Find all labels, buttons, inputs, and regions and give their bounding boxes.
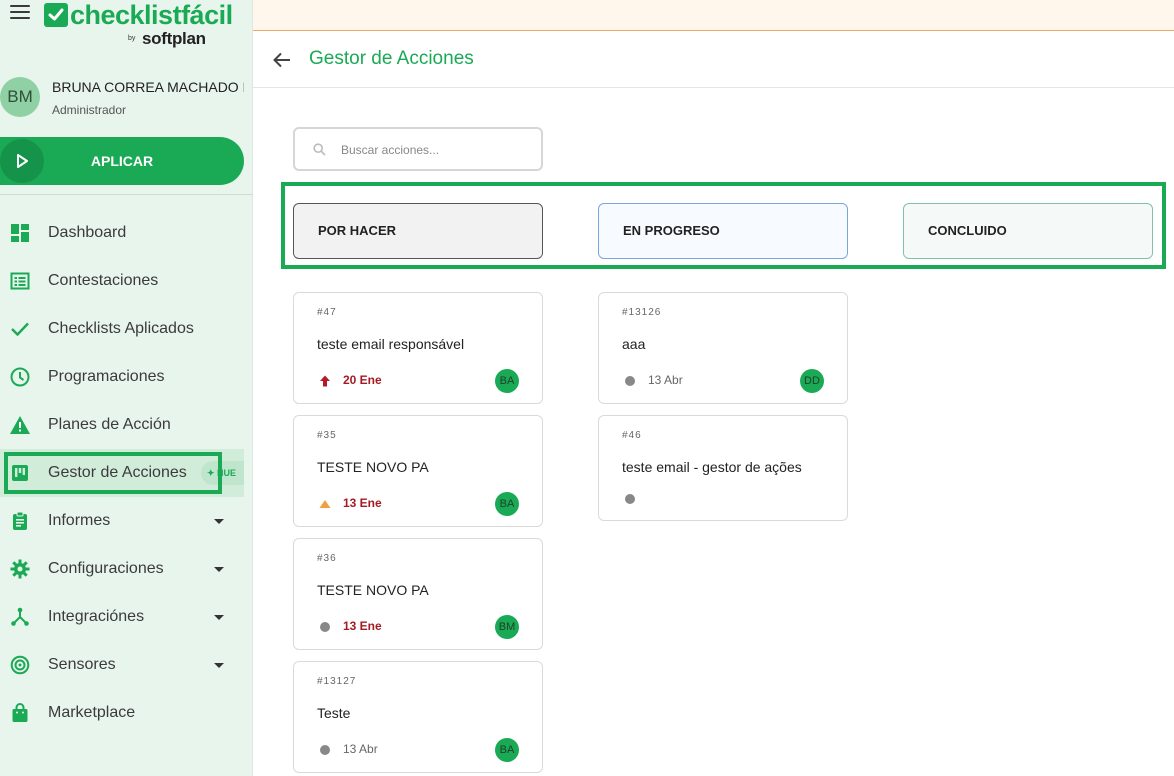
- card-title: Teste: [317, 705, 351, 721]
- chevron-down-icon: [214, 615, 224, 620]
- column-header-todo[interactable]: POR HACER: [293, 203, 543, 259]
- sidebar-item-informes[interactable]: Informes: [0, 497, 253, 545]
- notice-bar: [253, 0, 1174, 31]
- logo-text: checklistfácil: [70, 0, 233, 30]
- check-icon: [44, 3, 68, 27]
- card-due-date: 13 Ene: [343, 619, 382, 633]
- dashboard-icon: [9, 222, 31, 244]
- checkmark-icon: [9, 318, 31, 340]
- back-arrow-icon[interactable]: [271, 49, 293, 71]
- column-header-in-progress[interactable]: EN PROGRESO: [598, 203, 848, 259]
- sidebar: checklistfácil by softplan BM BRUNA CORR…: [0, 0, 253, 776]
- priority-none-icon: [319, 621, 331, 633]
- card-title: TESTE NOVO PA: [317, 582, 429, 598]
- action-card[interactable]: #46 teste email - gestor de ações: [598, 415, 848, 521]
- card-id: #13127: [317, 676, 357, 687]
- chevron-down-icon: [214, 519, 224, 524]
- hub-icon: [9, 606, 31, 628]
- search-input[interactable]: [341, 139, 531, 161]
- sidebar-item-programaciones[interactable]: Programaciones: [0, 353, 253, 401]
- clock-icon: [9, 366, 31, 388]
- card-id: #35: [317, 430, 337, 441]
- shopping-bag-icon: [9, 702, 31, 724]
- sidebar-item-planes[interactable]: Planes de Acción: [0, 401, 253, 449]
- user-role: Administrador: [52, 103, 127, 117]
- card-id: #47: [317, 307, 337, 318]
- search-icon: [313, 143, 326, 161]
- apply-button[interactable]: APLICAR: [0, 137, 244, 185]
- sidebar-item-integraciones[interactable]: Integraciónes: [0, 593, 253, 641]
- assignee-avatar: BM: [495, 615, 519, 639]
- sidebar-item-marketplace[interactable]: Marketplace: [0, 689, 253, 737]
- sidebar-item-label: Integraciónes: [48, 608, 145, 625]
- card-id: #13126: [622, 307, 662, 318]
- sidebar-item-label: Programaciones: [48, 368, 165, 385]
- card-due-date: 13 Abr: [343, 742, 378, 756]
- action-card[interactable]: #13126 aaa 13 Abr DD: [598, 292, 848, 404]
- assignee-avatar: BA: [495, 492, 519, 516]
- card-due-date: 13 Ene: [343, 496, 382, 510]
- card-id: #46: [622, 430, 642, 441]
- app: checklistfácil by softplan BM BRUNA CORR…: [0, 0, 1174, 776]
- priority-none-icon: [624, 375, 636, 387]
- gear-icon: [9, 558, 31, 580]
- avatar: BM: [0, 77, 40, 117]
- kanban-icon: [9, 462, 31, 484]
- sidebar-item-label: Gestor de Acciones: [48, 464, 187, 481]
- action-card[interactable]: #35 TESTE NOVO PA 13 Ene BA: [293, 415, 543, 527]
- sidebar-item-label: Configuraciones: [48, 560, 164, 577]
- list-icon: [9, 270, 31, 292]
- sidebar-item-label: Planes de Acción: [48, 416, 171, 433]
- sidebar-item-contestaciones[interactable]: Contestaciones: [0, 257, 253, 305]
- menu-icon[interactable]: [10, 5, 30, 21]
- sidebar-item-checklists[interactable]: Checklists Aplicados: [0, 305, 253, 353]
- sidebar-item-label: Marketplace: [48, 704, 136, 721]
- search-box[interactable]: [293, 127, 543, 171]
- card-due-date: 20 Ene: [343, 373, 382, 387]
- sidebar-item-gestor[interactable]: Gestor de Acciones ✦ NUE: [0, 449, 244, 497]
- chevron-down-icon: [214, 567, 224, 572]
- logo-by: by: [128, 35, 136, 42]
- card-due-date: 13 Abr: [648, 373, 683, 387]
- page-title: Gestor de Acciones: [309, 48, 474, 69]
- card-title: aaa: [622, 336, 646, 352]
- apply-label: APLICAR: [90, 153, 154, 169]
- warning-icon: [9, 414, 31, 436]
- radar-icon: [9, 654, 31, 676]
- card-id: #36: [317, 553, 337, 564]
- priority-medium-icon: [319, 498, 331, 510]
- user-name: BRUNA CORREA MACHADO M: [52, 79, 244, 95]
- action-card[interactable]: #36 TESTE NOVO PA 13 Ene BM: [293, 538, 543, 650]
- sidebar-item-label: Sensores: [48, 656, 116, 673]
- page-header: Gestor de Acciones: [253, 31, 1174, 88]
- brand-logo[interactable]: checklistfácil by softplan: [44, 0, 234, 51]
- sidebar-nav: Dashboard Contestaciones Checklists Apli…: [0, 209, 253, 737]
- assignee-avatar: DD: [800, 369, 824, 393]
- priority-none-icon: [624, 493, 636, 505]
- assignee-avatar: BA: [495, 738, 519, 762]
- clipboard-icon: [9, 510, 31, 532]
- card-title: TESTE NOVO PA: [317, 459, 429, 475]
- assignee-avatar: BA: [495, 369, 519, 393]
- card-title: teste email - gestor de ações: [622, 459, 802, 475]
- new-badge-label: NUE: [217, 468, 237, 478]
- sidebar-item-label: Dashboard: [48, 224, 127, 241]
- action-card[interactable]: #47 teste email responsável 20 Ene BA: [293, 292, 543, 404]
- chevron-down-icon: [214, 663, 224, 668]
- logo-company: softplan: [142, 29, 206, 48]
- user-profile[interactable]: BM BRUNA CORREA MACHADO M Administrador: [0, 74, 253, 124]
- sidebar-divider: [0, 194, 253, 195]
- sidebar-item-sensores[interactable]: Sensores: [0, 641, 253, 689]
- priority-none-icon: [319, 744, 331, 756]
- priority-high-icon: [319, 375, 331, 387]
- column-header-done[interactable]: CONCLUIDO: [903, 203, 1153, 259]
- sidebar-item-configuraciones[interactable]: Configuraciones: [0, 545, 253, 593]
- sidebar-item-label: Informes: [48, 512, 111, 529]
- new-badge: ✦ NUE: [201, 461, 244, 485]
- sidebar-item-label: Checklists Aplicados: [48, 320, 194, 337]
- card-title: teste email responsável: [317, 336, 465, 352]
- sidebar-item-label: Contestaciones: [48, 272, 159, 289]
- sidebar-item-dashboard[interactable]: Dashboard: [0, 209, 253, 257]
- action-card[interactable]: #13127 Teste 13 Abr BA: [293, 661, 543, 773]
